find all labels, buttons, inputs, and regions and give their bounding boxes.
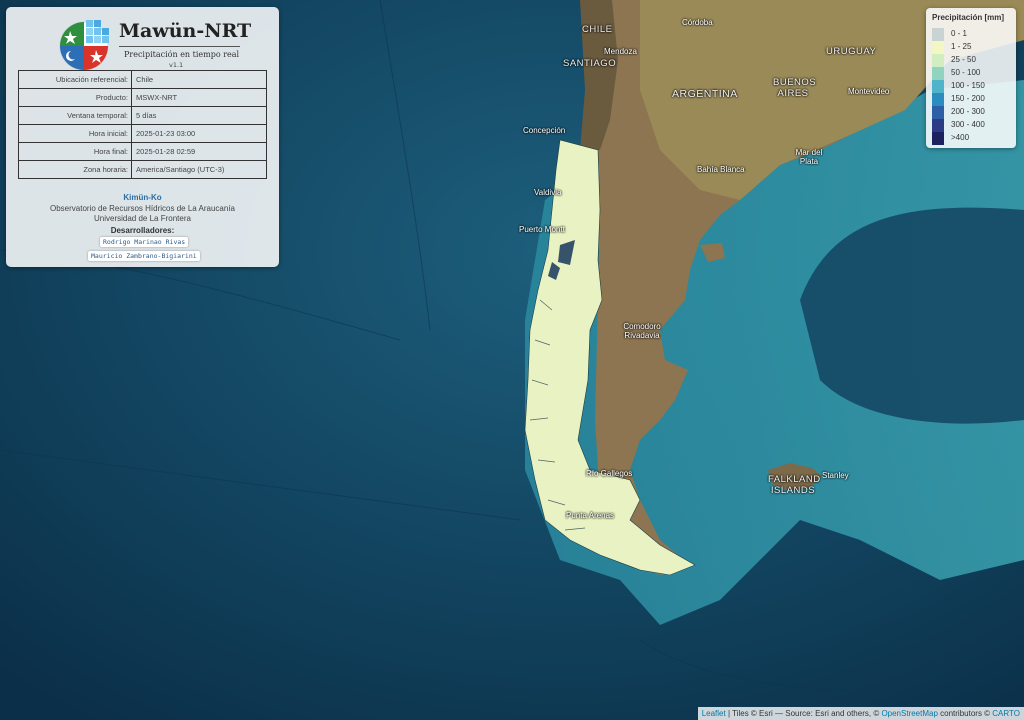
developers-heading: Desarrolladores:: [110, 226, 175, 235]
map-attribution: Leaflet | Tiles © Esri — Source: Esri an…: [697, 707, 1024, 720]
attribution-contributors-text: contributors ©: [937, 709, 993, 718]
legend-label: 100 - 150: [951, 81, 985, 90]
legend-label: 1 - 25: [951, 42, 972, 51]
legend-label: 150 - 200: [951, 94, 985, 103]
app-subtitle: Precipitación en tiempo real: [124, 50, 240, 59]
label-argentina: ARGENTINA: [672, 88, 738, 100]
legend-label: 25 - 50: [951, 55, 976, 64]
label-punta-arenas: Punta Arenas: [566, 511, 615, 520]
row-label: Hora inicial:: [18, 124, 132, 143]
leaflet-link[interactable]: Leaflet: [702, 709, 726, 718]
legend-swatch: [932, 106, 944, 119]
table-row: Producto: MSWX-NRT: [18, 88, 267, 107]
legend-label: 200 - 300: [951, 107, 985, 116]
legend-label: 50 - 100: [951, 68, 981, 77]
label-falkland-islands: FALKLAND ISLANDS: [768, 474, 821, 496]
developer-link[interactable]: Rodrigo Marinao Rivas: [100, 237, 189, 247]
label-montevideo: Montevideo: [848, 87, 890, 96]
row-value: Chile: [131, 70, 267, 89]
row-value: 2025-01-23 03:00: [131, 124, 267, 143]
label-santiago: SANTIAGO: [563, 58, 617, 69]
openstreetmap-link[interactable]: OpenStreetMap: [881, 709, 937, 718]
table-row: Ubicación referencial: Chile: [18, 70, 267, 89]
metadata-table: Ubicación referencial: Chile Producto: M…: [18, 70, 267, 179]
attribution-tiles-text: | Tiles © Esri — Source: Esri and others…: [725, 709, 882, 718]
title-divider: [119, 46, 240, 47]
legend-label: >400: [951, 133, 970, 142]
app-version: v1.1: [169, 61, 184, 69]
app-title: Mawün-NRT: [119, 20, 252, 42]
row-value: 5 días: [131, 106, 267, 125]
table-row: Zona horaria: America/Santiago (UTC-3): [18, 160, 267, 179]
row-value: MSWX-NRT: [131, 88, 267, 107]
legend-title: Precipitación [mm]: [932, 13, 1005, 22]
org-name-link[interactable]: Kimün-Ko: [6, 193, 279, 202]
label-mar-del-plata: Mar del Plata: [795, 148, 823, 166]
developer-link[interactable]: Mauricio Zambrano-Bigiarini: [88, 251, 200, 261]
legend-swatch: [932, 132, 944, 145]
label-valdivia: Valdivia: [534, 188, 562, 197]
university-name: Universidad de La Frontera: [94, 214, 191, 223]
table-row: Ventana temporal: 5 días: [18, 106, 267, 125]
precipitation-legend: Precipitación [mm] 0 - 1 1 - 25 25 - 50 50 …: [926, 8, 1016, 148]
row-label: Ventana temporal:: [18, 106, 132, 125]
row-label: Hora final:: [18, 142, 132, 161]
label-mendoza: Mendoza: [604, 47, 637, 56]
legend-swatch: [932, 67, 944, 80]
legend-swatch: [932, 54, 944, 67]
label-puerto-montt: Puerto Montt: [519, 225, 565, 234]
row-label: Producto:: [18, 88, 132, 107]
legend-swatch: [932, 119, 944, 132]
row-value: 2025-01-28 02:59: [131, 142, 267, 161]
org-description: Observatorio de Recursos Hídricos de La …: [50, 204, 235, 213]
row-value: America/Santiago (UTC-3): [131, 160, 267, 179]
carto-link[interactable]: CARTO: [992, 709, 1020, 718]
row-label: Ubicación referencial:: [18, 70, 132, 89]
label-stanley: Stanley: [822, 471, 849, 480]
info-panel: Mawün-NRT Precipitación en tiempo real v…: [6, 7, 279, 267]
label-uruguay: URUGUAY: [826, 46, 877, 57]
table-row: Hora inicial: 2025-01-23 03:00: [18, 124, 267, 143]
row-label: Zona horaria:: [18, 160, 132, 179]
legend-swatch: [932, 80, 944, 93]
table-row: Hora final: 2025-01-28 02:59: [18, 142, 267, 161]
mawun-logo: [59, 20, 109, 71]
legend-label: 0 - 1: [951, 29, 968, 38]
label-buenos-aires: BUENOS AIRES: [773, 77, 817, 99]
label-chile: CHILE: [582, 24, 613, 35]
label-concepcion: Concepción: [523, 126, 566, 135]
legend-swatch: [932, 28, 944, 41]
label-cordoba: Córdoba: [682, 18, 713, 27]
label-comodoro-rivadavia: Comodoro Rivadavia: [623, 322, 661, 340]
legend-label: 300 - 400: [951, 120, 985, 129]
label-bahia-blanca: Bahía Blanca: [697, 165, 745, 174]
legend-swatch: [932, 41, 944, 54]
legend-swatch: [932, 93, 944, 106]
label-rio-gallegos: Río Gallegos: [586, 469, 633, 478]
